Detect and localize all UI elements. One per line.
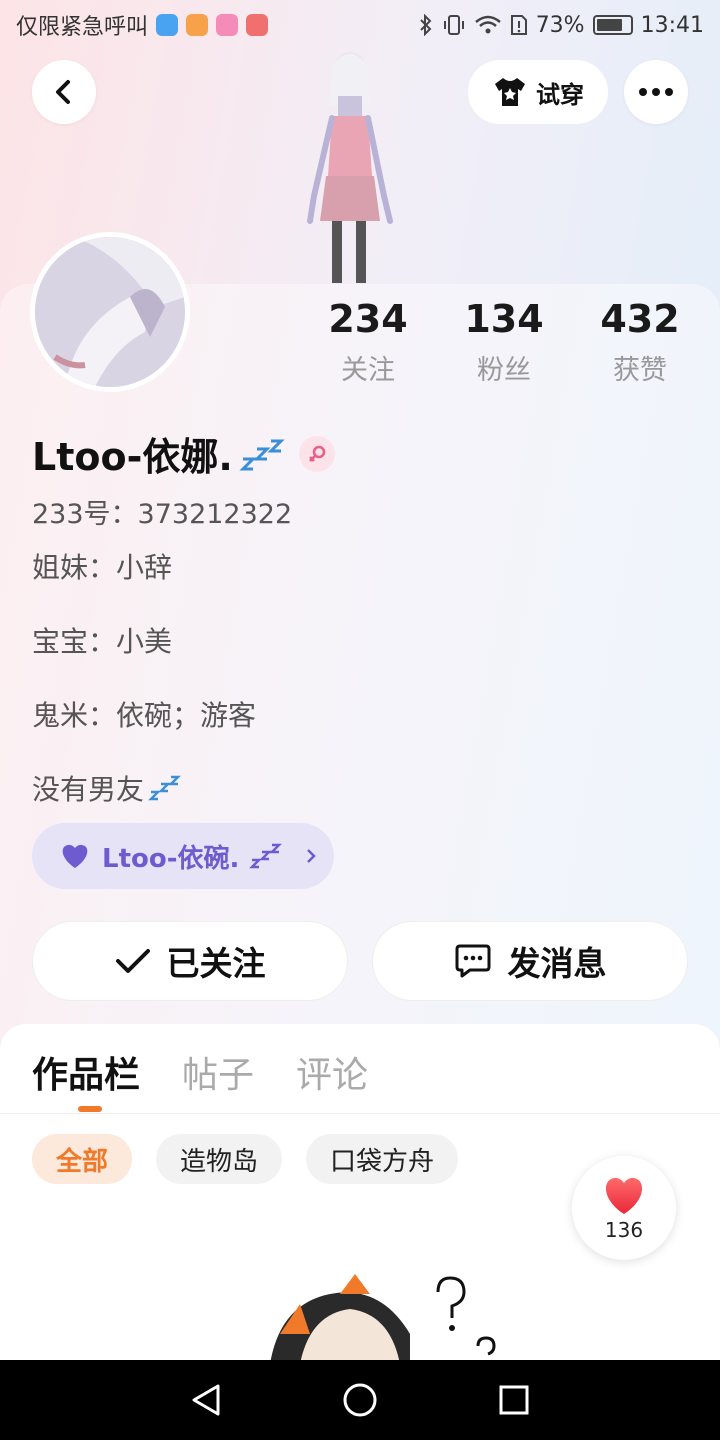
heart-icon — [62, 844, 88, 868]
chip-all[interactable]: 全部 — [32, 1134, 133, 1184]
bio-line: 鬼米：依碗；游客 — [32, 699, 257, 732]
chip-pocket-ark[interactable]: 口袋方舟 — [306, 1134, 459, 1184]
heart-icon — [605, 1177, 643, 1214]
system-nav-bar — [0, 1360, 720, 1440]
tab-posts[interactable]: 帖子 — [182, 1046, 254, 1098]
followers-label: 粉丝 — [477, 355, 531, 386]
following-label: 关注 — [341, 355, 395, 386]
bio-line: 姐妹：小辞 — [32, 551, 173, 584]
filter-chips: 全部 造物岛 口袋方舟 — [32, 1134, 459, 1184]
tshirt-icon — [495, 78, 525, 106]
avatar[interactable] — [30, 232, 190, 392]
likes-received-count: 432 — [600, 297, 680, 341]
send-message-label: 发消息 — [507, 944, 607, 983]
recents-nav-icon[interactable] — [498, 1384, 530, 1416]
battery-percent: 73% — [535, 12, 585, 38]
tab-works[interactable]: 作品栏 — [32, 1046, 140, 1098]
tab-comments[interactable]: 评论 — [296, 1046, 368, 1098]
vibrate-icon — [443, 15, 464, 35]
fan-badge-label: Ltoo-依碗. — [102, 843, 240, 874]
bio-line: 宝宝：小美 — [32, 625, 173, 658]
like-button[interactable]: 136 — [572, 1156, 676, 1260]
followers-count: 134 — [464, 297, 544, 341]
home-nav-icon[interactable] — [342, 1382, 378, 1418]
sleep-zzz-icon — [239, 439, 285, 470]
username-row: Ltoo-依娜. — [32, 426, 335, 481]
tab-indicator — [78, 1106, 102, 1112]
try-on-label: 试穿 — [536, 80, 584, 109]
send-message-button[interactable]: 发消息 — [372, 921, 688, 1001]
tab-bar: 作品栏 帖子 评论 — [32, 1046, 368, 1098]
app-notification-icon — [186, 14, 209, 36]
user-id: 233号：373212322 — [32, 499, 293, 530]
app-notification-icon — [246, 14, 269, 36]
followers-stat[interactable]: 134 粉丝 — [436, 296, 572, 387]
work-cover-image[interactable] — [260, 1274, 520, 1360]
chevron-right-icon — [307, 849, 317, 863]
back-nav-icon[interactable] — [190, 1383, 222, 1417]
more-button[interactable] — [624, 60, 688, 124]
followed-button[interactable]: 已关注 — [32, 921, 348, 1001]
bio-text: 没有男友 — [32, 773, 145, 806]
status-bar: 仅限紧急呼叫 73% 13:41 — [0, 0, 720, 50]
app-notification-icon — [156, 14, 179, 36]
carrier-text: 仅限紧急呼叫 — [16, 15, 149, 40]
check-icon — [115, 949, 150, 973]
bluetooth-icon — [419, 14, 432, 36]
more-dots-icon — [639, 88, 673, 96]
divider — [0, 1113, 720, 1114]
back-button[interactable] — [32, 60, 96, 124]
bio-line-last: 没有男友 — [32, 768, 182, 808]
chip-creation-island[interactable]: 造物岛 — [156, 1134, 283, 1184]
avatar-image — [35, 237, 185, 387]
stats-row: 234 关注 134 粉丝 432 获赞 — [300, 296, 710, 387]
likes-received-label: 获赞 — [613, 355, 667, 386]
chevron-left-icon — [56, 80, 70, 104]
app-notification-icon — [216, 14, 239, 36]
clock: 13:41 — [640, 12, 704, 38]
battery-icon — [592, 15, 633, 35]
following-count: 234 — [328, 297, 408, 341]
sleep-zzz-icon — [249, 843, 283, 869]
wifi-icon — [474, 15, 501, 34]
like-count: 136 — [604, 1218, 644, 1242]
username: Ltoo-依娜. — [32, 435, 233, 479]
try-on-button[interactable]: 试穿 — [468, 60, 608, 124]
female-icon — [298, 435, 335, 472]
character-figure-image — [307, 52, 393, 283]
likes-stat[interactable]: 432 获赞 — [572, 296, 708, 387]
chat-bubble-icon — [455, 944, 490, 978]
following-stat[interactable]: 234 关注 — [300, 296, 436, 387]
sleep-zzz-icon — [148, 775, 181, 801]
sim-alert-icon — [510, 15, 527, 35]
fan-badge[interactable]: Ltoo-依碗. — [32, 823, 334, 889]
followed-label: 已关注 — [166, 944, 266, 983]
